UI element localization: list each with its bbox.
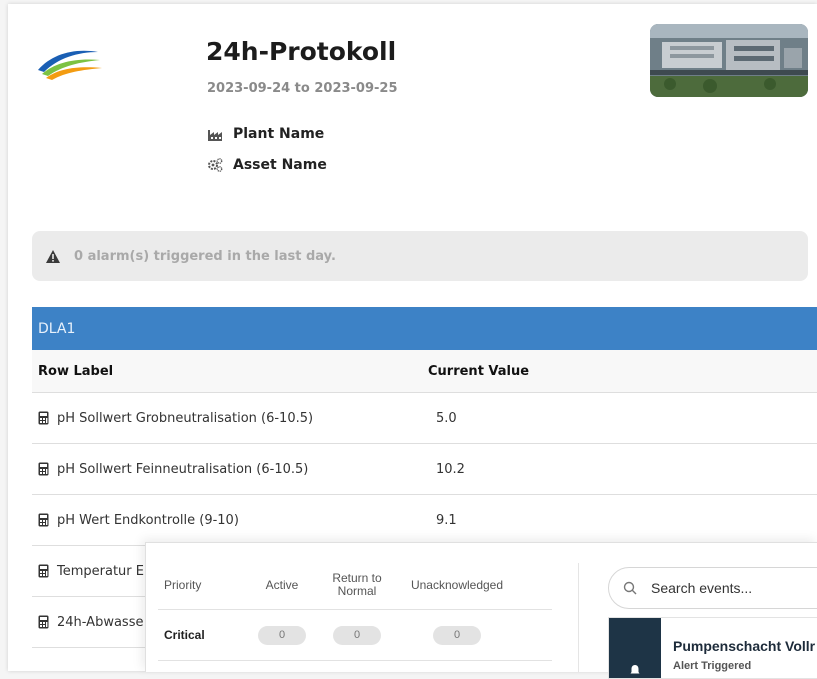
event-search-input[interactable] xyxy=(649,579,817,597)
calculator-icon xyxy=(38,513,49,527)
table-section-title: DLA1 xyxy=(32,307,817,350)
priority-row-critical[interactable]: Critical 0 0 0 xyxy=(158,610,552,661)
plant-name-label: Plant Name xyxy=(233,126,325,142)
header-active: Active xyxy=(265,577,299,592)
search-icon xyxy=(623,581,637,595)
warning-icon xyxy=(46,249,60,263)
row-value: 5.0 xyxy=(436,410,457,426)
event-search-box[interactable] xyxy=(608,567,817,609)
event-title: Pumpenschacht Vollr xyxy=(673,638,816,654)
gears-icon xyxy=(208,158,223,172)
row-label: pH Sollwert Feinneutralisation (6-10.5) xyxy=(57,461,309,477)
row-label: pH Sollwert Grobneutralisation (6-10.5) xyxy=(57,410,314,426)
column-header-current-value: Current Value xyxy=(428,363,530,379)
panel-divider xyxy=(578,563,579,672)
calculator-icon xyxy=(38,411,49,425)
row-value: 9.1 xyxy=(436,512,457,528)
active-count-badge: 0 xyxy=(258,626,306,645)
return-to-normal-count-badge: 0 xyxy=(333,626,381,645)
calculator-icon xyxy=(38,462,49,476)
header-return-to-normal: Return to Normal xyxy=(332,571,382,598)
company-logo-icon xyxy=(38,50,102,80)
table-column-headers: Row Label Current Value xyxy=(32,350,817,393)
factory-icon xyxy=(208,130,222,141)
plant-photo xyxy=(650,24,808,97)
report-title: 24h-Protokoll xyxy=(206,37,397,66)
calculator-icon xyxy=(38,615,49,629)
priority-table: Priority Active Return to Normal Unackno… xyxy=(158,561,552,661)
alarm-summary-panel: Priority Active Return to Normal Unackno… xyxy=(145,542,817,679)
date-range: 2023-09-24 to 2023-09-25 xyxy=(207,81,398,96)
asset-name-label: Asset Name xyxy=(233,157,327,173)
calculator-icon xyxy=(38,564,49,578)
event-card[interactable]: Pumpenschacht Vollr Alert Triggered xyxy=(608,617,817,679)
unacknowledged-count-badge: 0 xyxy=(433,626,481,645)
alarm-banner: 0 alarm(s) triggered in the last day. xyxy=(32,231,808,281)
row-label: 24h-Abwasse xyxy=(57,614,144,630)
header-unacknowledged: Unacknowledged xyxy=(410,577,504,592)
header-priority: Priority xyxy=(164,577,202,592)
alarm-text: 0 alarm(s) triggered in the last day. xyxy=(74,248,336,264)
event-status: Alert Triggered xyxy=(673,660,752,672)
alert-bell-icon xyxy=(630,665,640,674)
plant-name-row: Plant Name xyxy=(207,126,324,142)
priority-table-header: Priority Active Return to Normal Unackno… xyxy=(158,561,552,610)
row-value: 10.2 xyxy=(436,461,465,477)
table-row: pH Sollwert Feinneutralisation (6-10.5) … xyxy=(32,444,817,495)
table-row: pH Wert Endkontrolle (9-10) 9.1 xyxy=(32,495,817,546)
priority-name: Critical xyxy=(164,628,205,642)
column-header-row-label: Row Label xyxy=(38,363,114,379)
table-row: pH Sollwert Grobneutralisation (6-10.5) … xyxy=(32,393,817,444)
asset-name-row: Asset Name xyxy=(207,157,327,173)
row-label: Temperatur E xyxy=(57,563,144,579)
row-label: pH Wert Endkontrolle (9-10) xyxy=(57,512,239,528)
